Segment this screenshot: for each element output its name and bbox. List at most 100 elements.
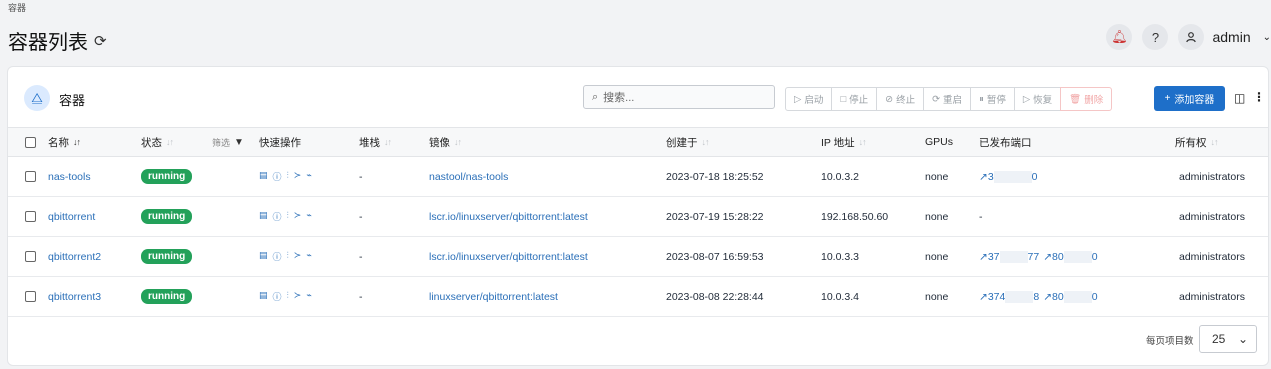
header-ownership[interactable]: 所有权 ↓↑ <box>1175 128 1219 156</box>
container-name-link[interactable]: qbittorrent3 <box>48 291 101 303</box>
start-button[interactable]: ▷ 启动 <box>785 87 833 111</box>
cell-quick-actions: ▤ ⓘ ⫶ ≻ ⌁ <box>259 277 312 316</box>
row-checkbox[interactable] <box>25 291 36 302</box>
cell-quick-actions: ▤ ⓘ ⫶ ≻ ⌁ <box>259 237 312 276</box>
status-badge: running <box>141 289 193 304</box>
stop-label: 停止 <box>849 95 869 106</box>
page-title-block: 容器列表 ⟳ <box>8 26 107 55</box>
container-name-link[interactable]: qbittorrent2 <box>48 251 101 263</box>
stats-icon[interactable]: ⫶ <box>287 210 289 223</box>
cell-created: 2023-07-18 18:25:52 <box>666 157 764 196</box>
resume-button[interactable]: ▷ 恢复 <box>1013 87 1062 111</box>
inspect-icon[interactable]: ⓘ <box>273 250 282 263</box>
search-placeholder: 搜索... <box>603 92 635 104</box>
logs-icon[interactable]: ▤ <box>259 170 268 183</box>
stop-button[interactable]: □ 停止 <box>831 87 878 111</box>
trash-icon: 🗑︎ <box>1069 93 1082 105</box>
port-link[interactable]: ↗ 80 0 <box>1043 290 1098 303</box>
header-created[interactable]: 创建于 ↓↑ <box>666 128 710 156</box>
logs-icon[interactable]: ▤ <box>259 210 268 223</box>
row-select-cell <box>25 197 36 236</box>
more-options-icon[interactable]: ⋮ <box>1253 90 1265 104</box>
port-prefix: 80 <box>1052 250 1064 263</box>
port-link[interactable]: ↗ 80 0 <box>1043 250 1098 263</box>
header-name[interactable]: 名称 ↓↑ <box>48 128 81 156</box>
header-ip[interactable]: IP 地址 ↓↑ <box>821 128 867 156</box>
logs-icon[interactable]: ▤ <box>259 290 268 303</box>
header-name-label: 名称 <box>48 136 69 149</box>
ownership-value: administrators <box>1179 290 1245 303</box>
notifications-button[interactable]: 🔔︎ <box>1106 24 1133 50</box>
table-row: qbittorrent3 running ▤ ⓘ ⫶ ≻ ⌁ - linuxserver/qbi… <box>8 277 1268 317</box>
cell-gpus: none <box>925 157 948 196</box>
header-created-label: 创建于 <box>666 136 698 149</box>
stats-icon[interactable]: ⫶ <box>287 170 289 183</box>
row-select-cell <box>25 277 36 316</box>
cell-ip: 10.0.3.2 <box>821 157 859 196</box>
row-checkbox[interactable] <box>25 211 36 222</box>
kill-button[interactable]: ⊘ 终止 <box>876 87 925 111</box>
user-menu[interactable]: admin ⌄ <box>1178 24 1271 50</box>
attach-icon[interactable]: ⌁ <box>306 210 311 223</box>
header-stack[interactable]: 堆栈 ↓↑ <box>359 128 392 156</box>
restart-button[interactable]: ⟳ 重启 <box>923 87 972 111</box>
attach-icon[interactable]: ⌁ <box>306 250 311 263</box>
status-filter[interactable]: 筛选 ▼ <box>212 128 244 156</box>
redacted-port <box>999 250 1028 263</box>
inspect-icon[interactable]: ⓘ <box>273 290 282 303</box>
external-link-icon: ↗ <box>979 170 988 183</box>
table-row: qbittorrent2 running ▤ ⓘ ⫶ ≻ ⌁ - lscr.io/linuxse… <box>8 237 1268 277</box>
console-icon[interactable]: ≻ <box>294 250 302 263</box>
per-page-select[interactable]: 25 ⌄ <box>1199 325 1257 353</box>
cell-ownership: administrators <box>1179 277 1245 316</box>
search-input[interactable]: ⌕ 搜索... <box>583 85 775 109</box>
attach-icon[interactable]: ⌁ <box>306 170 311 183</box>
row-checkbox[interactable] <box>25 171 36 182</box>
port-link[interactable]: ↗ 3 0 <box>979 170 1038 183</box>
console-icon[interactable]: ≻ <box>294 170 302 183</box>
cell-quick-actions: ▤ ⓘ ⫶ ≻ ⌁ <box>259 157 312 196</box>
container-name-link[interactable]: qbittorrent <box>48 211 95 223</box>
stats-icon[interactable]: ⫶ <box>287 250 289 263</box>
help-button[interactable]: ? <box>1142 24 1169 50</box>
console-icon[interactable]: ≻ <box>294 210 302 223</box>
quick-actions: ▤ ⓘ ⫶ ≻ ⌁ <box>259 250 312 263</box>
console-icon[interactable]: ≻ <box>294 290 302 303</box>
port-suffix: 77 <box>1027 250 1040 263</box>
breadcrumb: 容器 <box>8 3 27 13</box>
stats-icon[interactable]: ⫶ <box>287 290 289 303</box>
image-link[interactable]: nastool/nas-tools <box>429 171 508 183</box>
gpus-value: none <box>925 170 949 183</box>
header-status[interactable]: 状态 ↓↑ <box>141 128 174 156</box>
ownership-value: administrators <box>1179 210 1245 223</box>
port-link[interactable]: ↗ 374 8 <box>979 290 1039 303</box>
image-link[interactable]: lscr.io/linuxserver/qbittorrent:latest <box>429 251 588 263</box>
select-all-checkbox[interactable] <box>25 136 36 148</box>
attach-icon[interactable]: ⌁ <box>306 290 311 303</box>
cell-image: lscr.io/linuxserver/qbittorrent:latest <box>429 237 588 276</box>
refresh-icon[interactable]: ⟳ <box>94 32 107 50</box>
inspect-icon[interactable]: ⓘ <box>273 170 282 183</box>
image-link[interactable]: linuxserver/qbittorrent:latest <box>429 291 558 303</box>
inspect-icon[interactable]: ⓘ <box>273 210 282 223</box>
cell-ports: - <box>979 197 983 236</box>
sort-icon: ↓↑ <box>858 137 867 147</box>
port-link[interactable]: ↗ 37 77 <box>979 250 1040 263</box>
header-image[interactable]: 镜像 ↓↑ <box>429 128 462 156</box>
container-name-link[interactable]: nas-tools <box>48 171 91 183</box>
logs-icon[interactable]: ▤ <box>259 250 268 263</box>
sort-icon: ↓↑ <box>166 137 174 147</box>
cell-ip: 192.168.50.60 <box>821 197 888 236</box>
cell-ports: ↗ 3 0 <box>979 157 1042 196</box>
image-link[interactable]: lscr.io/linuxserver/qbittorrent:latest <box>429 211 588 223</box>
cell-ownership: administrators <box>1179 157 1245 196</box>
remove-button[interactable]: 🗑︎ 删除 <box>1060 87 1113 111</box>
add-container-button[interactable]: + 添加容器 <box>1154 86 1225 111</box>
port-prefix: 80 <box>1052 290 1064 303</box>
row-checkbox[interactable] <box>25 251 36 262</box>
pause-button[interactable]: ⏸︎ 暂停 <box>970 87 1015 111</box>
card-header: ⧋ 容器 ⌕ 搜索... ▷ 启动 □ 停止 ⊘ 终止 ⟳ 重启 ⏸︎ 暂停 ▷ 恢复 🗑︎… <box>8 67 1268 127</box>
columns-icon[interactable]: ◫ <box>1234 91 1245 105</box>
stack-value: - <box>359 290 363 303</box>
pause-icon: ⏸︎ <box>979 93 984 105</box>
